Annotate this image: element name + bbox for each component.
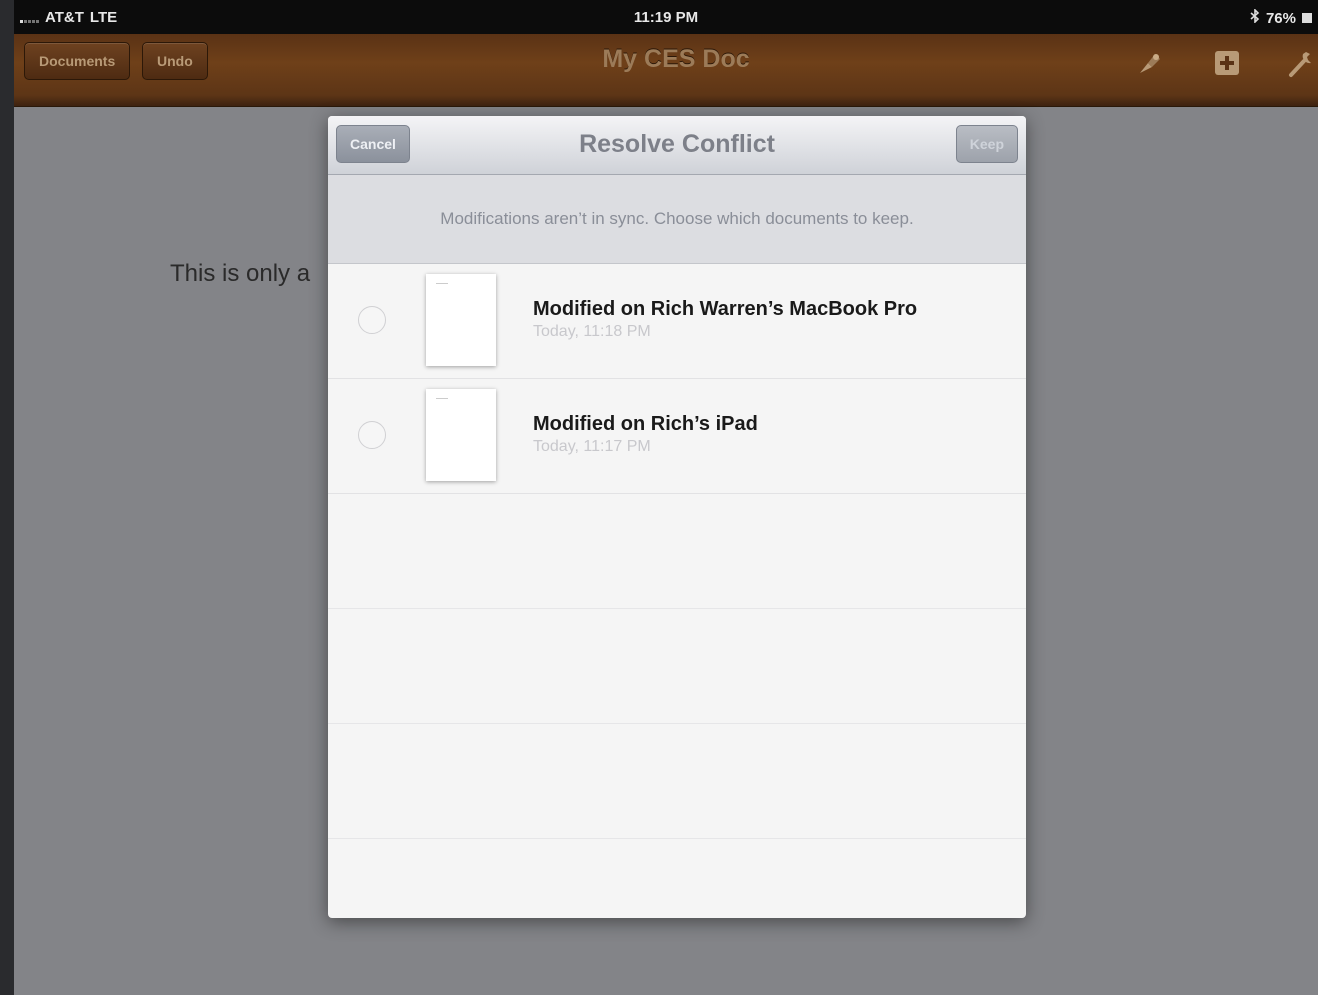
status-time: 11:19 PM [633,9,699,26]
bluetooth-icon [1250,8,1260,27]
document-body-text[interactable]: This is only a [170,260,310,288]
document-thumbnail [426,389,496,481]
version-title: Modified on Rich’s iPad [533,413,758,435]
empty-list-row [328,494,1026,609]
version-row[interactable]: Modified on Rich Warren’s MacBook Pro To… [328,264,1026,379]
version-title: Modified on Rich Warren’s MacBook Pro [533,298,918,320]
dialog-navbar: Cancel Resolve Conflict Keep [328,116,1026,175]
document-thumbnail [426,274,496,366]
empty-list-row [328,609,1026,724]
resolve-conflict-dialog: Cancel Resolve Conflict Keep Modificatio… [328,116,1026,918]
version-date: Today, 11:17 PM [533,438,651,455]
version-radio[interactable] [358,421,386,449]
add-media-icon[interactable] [1212,48,1242,78]
ipad-screen: AT&T LTE 11:19 PM 76% Documents Undo My … [14,0,1318,995]
battery-percent: 76% [1265,9,1296,27]
status-bar: AT&T LTE 11:19 PM 76% [14,0,1318,34]
app-toolbar: Documents Undo My CES Doc [14,34,1318,107]
paintbrush-icon[interactable] [1134,48,1164,78]
document-title: My CES Doc [602,45,750,73]
version-row[interactable]: Modified on Rich’s iPad Today, 11:17 PM [328,379,1026,494]
dialog-message: Modifications aren’t in sync. Choose whi… [440,209,914,228]
version-radio[interactable] [358,306,386,334]
battery-icon [1302,13,1312,23]
keep-button[interactable]: Keep [955,125,1018,163]
dialog-title: Resolve Conflict [579,130,775,158]
status-right: 76% [1250,8,1312,27]
empty-list-row [328,724,1026,839]
wrench-icon[interactable] [1286,48,1316,78]
version-date: Today, 11:18 PM [533,323,651,340]
dialog-message-bar: Modifications aren’t in sync. Choose whi… [328,175,1026,264]
